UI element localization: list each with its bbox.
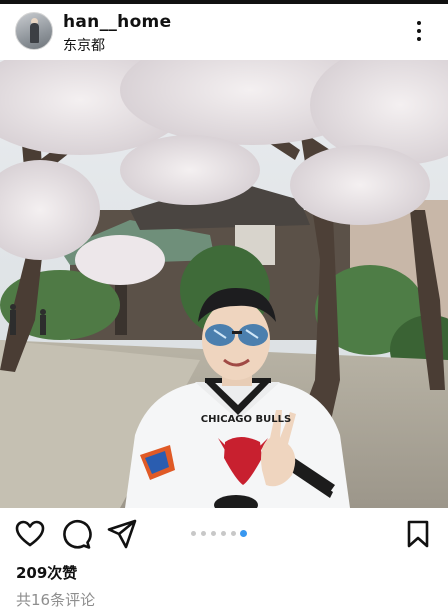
carousel-dot xyxy=(231,531,236,536)
location-tag[interactable]: 东京都 xyxy=(63,35,105,55)
speech-bubble-icon[interactable] xyxy=(60,518,92,550)
carousel-dot xyxy=(211,531,216,536)
avatar-figure-body xyxy=(30,23,39,43)
avatar[interactable] xyxy=(15,12,53,50)
post-photo[interactable]: CHICAGO BULLS xyxy=(0,60,448,508)
view-comments-link[interactable]: 共16条评论 xyxy=(16,589,95,610)
username[interactable]: han__home xyxy=(63,12,171,32)
carousel-dot-active xyxy=(240,530,247,537)
carousel-dot xyxy=(221,531,226,536)
post-action-bar xyxy=(0,508,448,560)
carousel-dot xyxy=(191,531,196,536)
photo-illustration: CHICAGO BULLS xyxy=(0,60,448,508)
bookmark-icon[interactable] xyxy=(402,518,434,550)
likes-count[interactable]: 209次赞 xyxy=(16,562,77,583)
more-options-icon[interactable] xyxy=(408,16,430,46)
jacket-text: CHICAGO BULLS xyxy=(201,414,291,425)
paper-plane-icon[interactable] xyxy=(106,518,138,550)
post-header: han__home 东京都 xyxy=(0,4,448,60)
carousel-dot xyxy=(201,531,206,536)
heart-outline-icon[interactable] xyxy=(14,518,46,550)
